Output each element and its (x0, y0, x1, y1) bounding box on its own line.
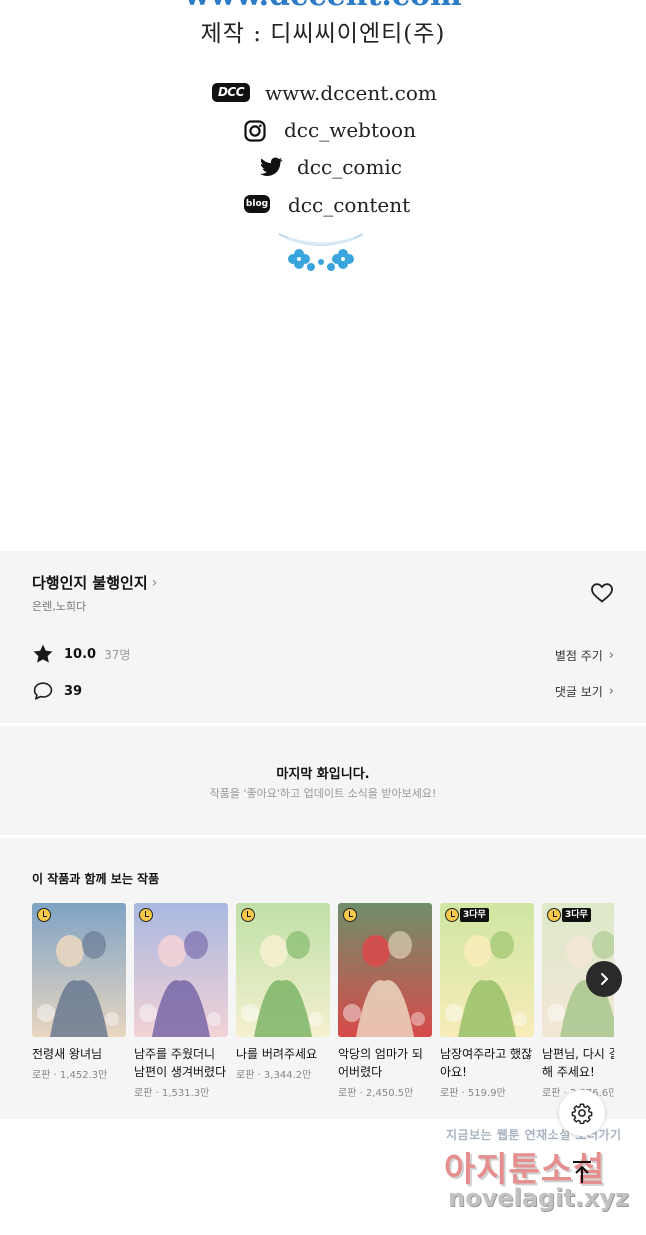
wait-free-clock-icon (343, 908, 357, 922)
contact-blog: blog dcc_content (0, 193, 646, 223)
wait-free-clock-icon (241, 908, 255, 922)
wait-free-clock-icon (139, 908, 153, 922)
chevron-right-icon (601, 973, 608, 985)
wait-free-clock-icon (445, 908, 459, 922)
view-comments-label: 댓글 보기 (554, 685, 603, 699)
contact-website-label: www.dccent.com (265, 81, 437, 105)
wait-free-clock-icon (37, 908, 51, 922)
blog-icon: blog (244, 195, 270, 213)
chevron-right-icon: › (608, 684, 614, 699)
recommendation-card[interactable]: 3다무남편님, 다시 결혼해 주세요!로판 · 2,076.6만 (542, 903, 614, 1099)
work-title: 다행인지 불행인지 (32, 574, 148, 592)
cover-thumbnail (134, 903, 228, 1037)
speech-bubble-icon (33, 682, 53, 700)
chevron-right-icon: › (151, 574, 158, 591)
contact-twitter: dcc_comic (0, 155, 646, 185)
card-title: 전령새 왕녀님 (32, 1047, 103, 1061)
last-episode-notice: 마지막 화입니다. 작품을 '좋아요'하고 업데이트 소식을 받아보세요! (0, 726, 646, 835)
cover-thumbnail (338, 903, 432, 1037)
carousel-next-button[interactable] (586, 961, 622, 997)
recommendation-card[interactable]: 악당의 엄마가 되어버렸다로판 · 2,450.5만 (338, 903, 432, 1099)
recommendation-carousel: 전령새 왕녀님 로판 · 1,452.3만 남주를 주웠더니 남편이 생겨버렸다 로판… (32, 903, 614, 1119)
cover-thumbnail (236, 903, 330, 1037)
rating-score: 10.0 (64, 646, 97, 662)
rate-button[interactable]: 별점 주기 › (555, 647, 614, 664)
work-authors: 은렌,노희다 (32, 600, 87, 613)
watermark-domain: novelagit.xyz (448, 1184, 630, 1212)
like-heart-icon[interactable] (590, 581, 614, 605)
cover-thumbnail: 3다무 (440, 903, 534, 1037)
gear-icon (571, 1103, 593, 1124)
contact-instagram: dcc_webtoon (0, 118, 646, 148)
scroll-to-top-icon[interactable] (568, 1158, 596, 1186)
free-badge: 3다무 (460, 908, 489, 922)
recommendation-card[interactable]: 남주를 주웠더니 남편이 생겨버렸다로판 · 1,531.3만 (134, 903, 228, 1099)
card-meta: 로판 · 3,344.2만 (236, 1070, 312, 1081)
card-meta: 로판 · 1,452.3만 (32, 1070, 108, 1081)
view-comments-button[interactable]: 댓글 보기 › (555, 683, 614, 700)
card-meta: 로판 · 1,531.3만 (134, 1088, 210, 1099)
contact-instagram-label: dcc_webtoon (284, 118, 416, 142)
star-icon (33, 644, 53, 663)
chevron-right-icon: › (608, 648, 614, 663)
work-title-link[interactable]: 다행인지 불행인지 › (32, 572, 157, 593)
free-badge: 3다무 (562, 908, 591, 922)
card-meta: 로판 · 2,450.5만 (338, 1088, 414, 1099)
rating-summary: 10.0 37명 (32, 643, 130, 665)
flower-ornament (278, 233, 364, 271)
recommendation-card[interactable]: 3다무남장여주라고 했잖아요! 로판 · 519.9만 (440, 903, 534, 1099)
instagram-icon (244, 120, 266, 142)
site-watermark: 지금보는 웹툰 연재소설 보러가기 아지툰소설 novelagit.xyz (440, 1126, 640, 1226)
card-title: 남주를 주웠더니 남편이 생겨버렸다 (134, 1047, 227, 1079)
dcc-logo-icon: DCC (212, 83, 250, 102)
contact-blog-label: dcc_content (288, 193, 411, 217)
cover-thumbnail (32, 903, 126, 1037)
rate-button-label: 별점 주기 (554, 649, 603, 663)
contact-twitter-label: dcc_comic (297, 155, 403, 179)
recommendations-heading: 이 작품과 함께 보는 작품 (32, 872, 160, 886)
card-meta: 로판 · 519.9만 (440, 1088, 506, 1099)
card-title: 악당의 엄마가 되어버렸다 (338, 1047, 423, 1079)
card-title: 남편님, 다시 결혼해 주세요! (542, 1047, 614, 1079)
card-title: 남장여주라고 했잖아요! (440, 1047, 533, 1079)
recommendation-card[interactable]: 전령새 왕녀님로판 · 1,452.3만 (32, 903, 126, 1081)
credits-image: www.dccent.com 제작 : 디씨씨이엔티(주) DCC www.dc… (0, 0, 646, 551)
comment-count: 39 (64, 683, 83, 699)
production-credit: 제작 : 디씨씨이엔티(주) (200, 21, 446, 47)
settings-button[interactable] (559, 1090, 605, 1136)
publisher-url-banner: www.dccent.com (0, 0, 646, 13)
rating-count: 37명 (104, 647, 131, 662)
recommendations-section: 이 작품과 함께 보는 작품 전령새 왕녀님 로판 · 1,452.3만 남주를 주… (0, 838, 646, 1119)
recommendation-card[interactable]: 나를 버려주세요로판 · 3,344.2만 (236, 903, 330, 1081)
last-episode-title: 마지막 화입니다. (276, 767, 370, 782)
wait-free-clock-icon (547, 908, 561, 922)
work-info-panel: 다행인지 불행인지 › 은렌,노희다 10.0 37명 별점 주기 › 39 댓… (0, 551, 646, 723)
card-title: 나를 버려주세요 (236, 1047, 318, 1061)
contact-website: DCC www.dccent.com (0, 81, 646, 111)
comment-summary: 39 (32, 680, 82, 702)
last-episode-subtitle: 작품을 '좋아요'하고 업데이트 소식을 받아보세요! (209, 787, 437, 800)
twitter-icon (260, 157, 283, 177)
